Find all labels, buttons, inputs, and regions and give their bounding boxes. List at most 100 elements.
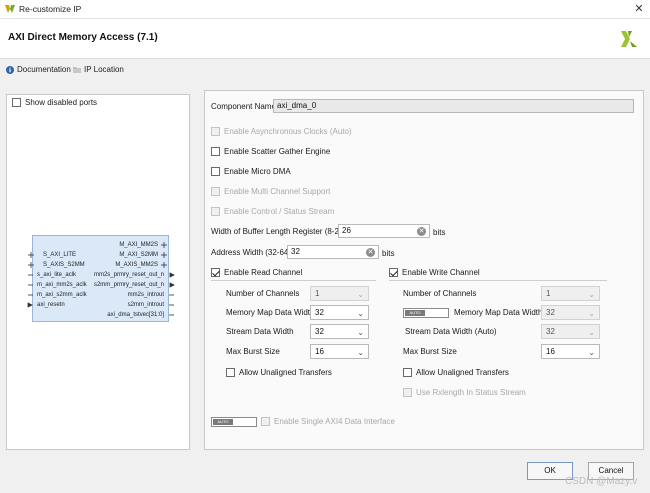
read-unaligned-checkbox[interactable] [226, 368, 235, 377]
chevron-down-icon: ⌄ [588, 290, 595, 299]
show-disabled-ports-label: Show disabled ports [25, 98, 98, 107]
write-mm-width-value: 32 [546, 308, 555, 317]
read-channel-row[interactable]: Enable Read Channel [211, 268, 302, 277]
rxlength-checkbox [403, 388, 412, 397]
chevron-down-icon: ⌄ [588, 328, 595, 337]
write-channel-checkbox[interactable] [389, 268, 398, 277]
address-width-value: 32 [291, 247, 300, 256]
scatter-gather-row[interactable]: Enable Scatter Gather Engine [211, 147, 330, 156]
chevron-down-icon: ⌄ [357, 328, 364, 337]
read-channel-label: Enable Read Channel [224, 268, 303, 277]
micro-dma-label: Enable Micro DMA [224, 167, 291, 176]
chevron-down-icon: ⌄ [357, 290, 364, 299]
single-axi4-checkbox [261, 417, 270, 426]
read-burst-label: Max Burst Size [226, 347, 280, 356]
read-unaligned-row[interactable]: Allow Unaligned Transfers [226, 368, 332, 377]
ip-location-label: IP Location [84, 65, 124, 74]
read-mm-width-value: 32 [315, 308, 324, 317]
write-num-channels-select: 1 ⌄ [541, 286, 600, 301]
read-num-channels-label: Number of Channels [226, 289, 300, 298]
multi-channel-label: Enable Multi Channel Support [224, 187, 331, 196]
control-status-row: Enable Control / Status Stream [211, 207, 334, 216]
write-mm-width-select: 32 ⌄ [541, 305, 600, 320]
address-width-unit: bits [382, 249, 395, 258]
clear-icon[interactable]: ✕ [417, 227, 426, 236]
write-mm-width-label: Memory Map Data Width [454, 308, 543, 317]
async-clocks-checkbox [211, 127, 220, 136]
watermark: CSDN @Mazy.v [565, 476, 638, 487]
buffer-length-unit: bits [433, 228, 446, 237]
read-stream-width-select[interactable]: 32 ⌄ [310, 324, 369, 339]
control-status-label: Enable Control / Status Stream [224, 207, 335, 216]
single-axi4-auto-toggle[interactable]: AUTO [211, 417, 257, 427]
async-clocks-row: Enable Asynchronous Clocks (Auto) [211, 127, 352, 136]
auto-tag: AUTO [405, 310, 425, 316]
window-title: Re-customize IP [19, 4, 82, 14]
info-icon [6, 65, 14, 74]
chevron-down-icon: ⌄ [357, 309, 364, 318]
chevron-down-icon: ⌄ [588, 309, 595, 318]
xilinx-logo-icon [621, 31, 637, 47]
ip-block-pins [27, 242, 175, 316]
write-unaligned-label: Allow Unaligned Transfers [416, 368, 509, 377]
chevron-down-icon: ⌄ [588, 348, 595, 357]
buffer-length-input[interactable]: 26 ✕ [338, 224, 430, 238]
micro-dma-row[interactable]: Enable Micro DMA [211, 167, 291, 176]
write-channel-label: Enable Write Channel [402, 268, 480, 277]
write-stream-width-label: Stream Data Width (Auto) [405, 327, 497, 336]
write-burst-select[interactable]: 16 ⌄ [541, 344, 600, 359]
rxlength-row: Use Rxlength In Status Stream [403, 388, 526, 397]
write-num-channels-value: 1 [546, 289, 551, 298]
address-width-input[interactable]: 32 ✕ [287, 245, 379, 259]
address-width-label: Address Width (32-64) [211, 248, 292, 257]
read-stream-width-label: Stream Data Width [226, 327, 294, 336]
component-name-label: Component Name [211, 102, 276, 111]
write-num-channels-label: Number of Channels [403, 289, 477, 298]
clear-icon[interactable]: ✕ [366, 248, 375, 257]
toolbar: Documentation IP Location [0, 60, 650, 82]
close-icon[interactable]: ✕ [632, 2, 646, 16]
read-stream-width-value: 32 [315, 327, 324, 336]
write-stream-width-select: 32 ⌄ [541, 324, 600, 339]
show-disabled-ports-checkbox[interactable] [12, 98, 21, 107]
write-channel-divider [389, 280, 607, 281]
scatter-gather-checkbox[interactable] [211, 147, 220, 156]
read-channel-divider [211, 280, 376, 281]
documentation-link[interactable]: Documentation [6, 65, 71, 74]
single-axi4-row: Enable Single AXI4 Data Interface [261, 417, 395, 426]
buffer-length-label: Width of Buffer Length Register (8-26) [211, 227, 347, 236]
read-mm-width-select[interactable]: 32 ⌄ [310, 305, 369, 320]
auto-tag: AUTO [213, 419, 233, 425]
write-stream-width-value: 32 [546, 327, 555, 336]
micro-dma-checkbox[interactable] [211, 167, 220, 176]
read-mm-width-label: Memory Map Data Width [226, 308, 315, 317]
multi-channel-checkbox [211, 187, 220, 196]
read-channel-checkbox[interactable] [211, 268, 220, 277]
read-burst-select[interactable]: 16 ⌄ [310, 344, 369, 359]
single-axi4-label: Enable Single AXI4 Data Interface [274, 417, 395, 426]
chevron-down-icon: ⌄ [357, 348, 364, 357]
dialog-header: AXI Direct Memory Access (7.1) [0, 19, 650, 59]
multi-channel-row: Enable Multi Channel Support [211, 187, 330, 196]
write-burst-label: Max Burst Size [403, 347, 457, 356]
documentation-label: Documentation [17, 65, 71, 74]
control-status-checkbox [211, 207, 220, 216]
write-mm-width-auto-toggle[interactable]: AUTO [403, 308, 449, 318]
async-clocks-label: Enable Asynchronous Clocks (Auto) [224, 127, 352, 136]
component-name-field[interactable]: axi_dma_0 [273, 99, 634, 113]
read-num-channels-select: 1 ⌄ [310, 286, 369, 301]
read-unaligned-label: Allow Unaligned Transfers [239, 368, 332, 377]
write-unaligned-row[interactable]: Allow Unaligned Transfers [403, 368, 509, 377]
title-bar: Re-customize IP ✕ [0, 0, 650, 19]
buffer-length-value: 26 [342, 226, 351, 235]
show-disabled-ports-row[interactable]: Show disabled ports [12, 98, 97, 107]
ip-title: AXI Direct Memory Access (7.1) [8, 32, 158, 43]
read-burst-value: 16 [315, 347, 324, 356]
read-num-channels-value: 1 [315, 289, 320, 298]
write-unaligned-checkbox[interactable] [403, 368, 412, 377]
write-burst-value: 16 [546, 347, 555, 356]
rxlength-label: Use Rxlength In Status Stream [416, 388, 526, 397]
write-channel-row[interactable]: Enable Write Channel [389, 268, 480, 277]
vivado-logo-icon [5, 5, 15, 13]
ip-location-link[interactable]: IP Location [73, 65, 124, 74]
